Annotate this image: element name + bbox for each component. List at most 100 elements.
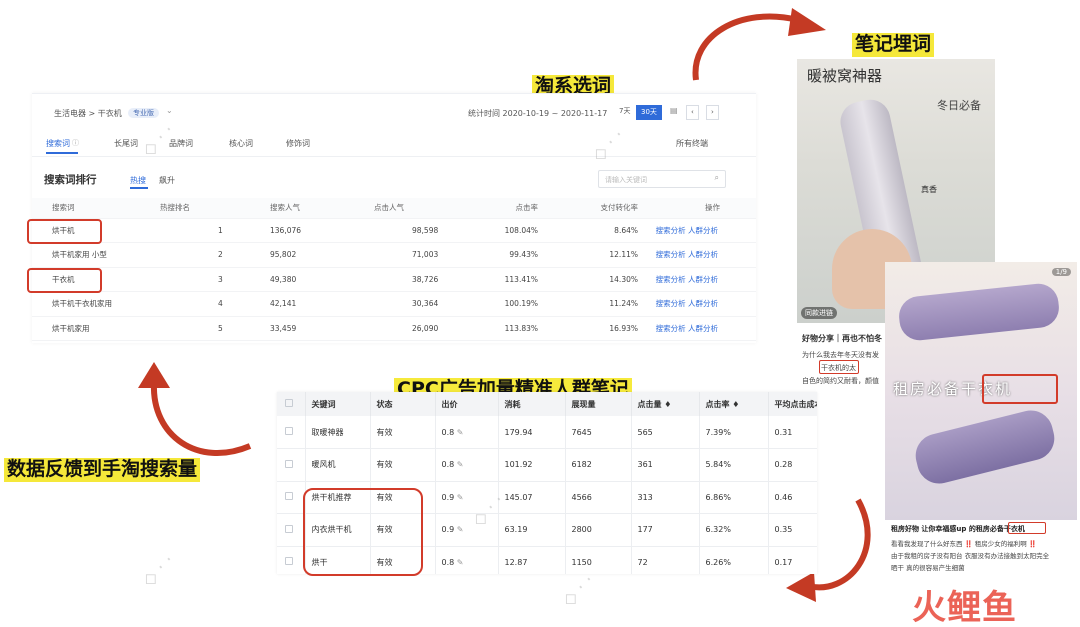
table-row: 暖风机 有效 0.8 ✎ 101.92 6182 361 5.84% 0.28 [277, 448, 817, 482]
col-clicks[interactable]: 点击量 ♦ [631, 392, 700, 416]
tab-underline [46, 152, 78, 154]
search-rank-table: 搜索词 热搜排名 搜索人气 点击人气 点击率 支付转化率 操作 烘干机 1 13… [32, 198, 756, 341]
note2-caption-1: 租房好物 让你幸福感up 的租房必备干衣机 [891, 525, 1025, 533]
highlight-box-cpc-keywords [303, 488, 423, 576]
row-checkbox[interactable] [285, 492, 293, 501]
highlight-box-note2-caption [1008, 522, 1046, 534]
edit-icon[interactable]: ✎ [457, 525, 464, 534]
col-cvr[interactable]: 支付转化率 [538, 198, 638, 219]
ctr-cell: 99.43% [490, 242, 538, 268]
cvr-cell: 14.30% [538, 267, 638, 292]
search-analysis-link[interactable]: 搜索分析 [656, 226, 686, 235]
col-rank[interactable]: 热搜排名 [160, 198, 270, 219]
avg-cpc-cell: 0.46 [768, 481, 817, 514]
ctr-cell: 5.84% [699, 448, 769, 482]
tab-long-tail[interactable]: 长尾词 [114, 138, 138, 149]
edit-icon[interactable]: ✎ [457, 558, 464, 567]
bid-cell: 0.9 [441, 525, 455, 535]
breadcrumb[interactable]: 生活电器 > 干衣机 [54, 108, 122, 119]
note2-counter: 1/9 [1051, 268, 1071, 276]
crowd-analysis-link[interactable]: 人群分析 [688, 324, 718, 333]
search-analysis-link[interactable]: 搜索分析 [656, 324, 686, 333]
col-ctr[interactable]: 点击率 [490, 198, 538, 219]
cost-cell: 63.19 [498, 513, 566, 547]
col-keyword: 关键词 [305, 392, 371, 416]
tab-search-words[interactable]: 搜索词 [46, 138, 70, 149]
next-icon[interactable]: › [706, 105, 719, 120]
terminal-select[interactable]: 所有终端 [676, 138, 708, 149]
subtab-hot[interactable]: 热搜 [130, 175, 146, 186]
search-analysis-link[interactable]: 搜索分析 [656, 299, 686, 308]
note1-source[interactable]: 同款进链 [801, 307, 837, 319]
search-cell: 95,802 [270, 242, 374, 268]
clicks-cell: 565 [631, 416, 700, 449]
cvr-cell: 16.93% [538, 316, 638, 341]
rank-cell: 1 [160, 218, 270, 243]
select-all-checkbox[interactable] [285, 399, 293, 407]
note1-caption-1: 好物分享｜再也不怕冬 [802, 334, 882, 343]
tab-core[interactable]: 核心词 [229, 138, 253, 149]
word-cell: 烘干机家用 小型 [32, 242, 160, 268]
edit-icon[interactable]: ✎ [457, 460, 464, 469]
avg-cpc-cell: 0.17 [768, 546, 817, 574]
section-title: 搜索词排行 [44, 174, 97, 186]
impressions-cell: 1150 [565, 546, 632, 574]
ctr-cell: 6.86% [699, 481, 769, 514]
search-cell: 42,141 [270, 291, 374, 317]
range-30d-button[interactable]: 30天 [636, 105, 662, 120]
impressions-cell: 7645 [565, 416, 632, 449]
note2-caption-4: 晒干 真的很容易产生细菌 [891, 564, 965, 572]
cost-cell: 101.92 [498, 448, 566, 482]
ctr-cell: 113.83% [490, 316, 538, 341]
impressions-cell: 4566 [565, 481, 632, 514]
rank-cell: 3 [160, 267, 270, 292]
row-checkbox[interactable] [285, 427, 293, 435]
note1-sticker: 冬日必备 [937, 99, 981, 112]
col-avg-cpc: 平均点击成本 [768, 392, 817, 416]
search-icon[interactable]: ⌕ [715, 173, 719, 183]
edit-icon[interactable]: ✎ [457, 428, 464, 437]
prev-icon[interactable]: ‹ [686, 105, 699, 120]
bid-cell: 0.9 [441, 492, 455, 502]
keyword-search-input[interactable]: 请输入关键词 ⌕ [598, 170, 726, 188]
table-header-row: 搜索词 热搜排名 搜索人气 点击人气 点击率 支付转化率 操作 [32, 198, 756, 219]
col-click[interactable]: 点击人气 [374, 198, 490, 219]
ctr-cell: 6.26% [699, 546, 769, 574]
taobao-keyword-panel: 生活电器 > 干衣机 专业版 ⌄ 统计时间 2020-10-19 ~ 2020-… [32, 93, 756, 343]
ctr-cell: 6.32% [699, 513, 769, 547]
keyword-cell: 暖风机 [305, 448, 371, 482]
crowd-analysis-link[interactable]: 人群分析 [688, 275, 718, 284]
crowd-analysis-link[interactable]: 人群分析 [688, 226, 718, 235]
highlight-box-ganyiji [27, 268, 102, 293]
search-analysis-link[interactable]: 搜索分析 [656, 275, 686, 284]
note1-caption-2: 为什么我去年冬天没有发 [802, 351, 879, 359]
note2-caption-3: 由于我租的房子没有阳台 衣服没有办法接触到太阳完全 [891, 552, 1050, 560]
tab-modifier[interactable]: 修饰词 [286, 138, 310, 149]
col-search[interactable]: 搜索人气 [270, 198, 374, 219]
range-7d-button[interactable]: 7天 [615, 105, 634, 120]
edit-icon[interactable]: ✎ [457, 493, 464, 502]
subtab-rising[interactable]: 飙升 [159, 175, 175, 186]
crowd-analysis-link[interactable]: 人群分析 [688, 250, 718, 259]
crowd-analysis-link[interactable]: 人群分析 [688, 299, 718, 308]
note1-caption-4: 自色的简约又耐看，颜值 [802, 377, 879, 385]
table-row: 烘干机家用 5 33,459 26,090 113.83% 16.93% 搜索分… [32, 316, 756, 341]
search-analysis-link[interactable]: 搜索分析 [656, 250, 686, 259]
search-cell: 136,076 [270, 218, 374, 243]
col-status: 状态 [370, 392, 436, 416]
row-checkbox[interactable] [285, 524, 293, 533]
watermark: ◇ · · [137, 550, 179, 591]
chevron-down-icon[interactable]: ⌄ [166, 106, 173, 115]
row-checkbox[interactable] [285, 459, 293, 468]
click-cell: 30,364 [374, 291, 490, 317]
cost-cell: 12.87 [498, 546, 566, 574]
note1-tag: 真香 [921, 185, 937, 194]
bid-cell: 0.8 [441, 460, 455, 470]
click-cell: 71,003 [374, 242, 490, 268]
highlight-box-hongganji [27, 219, 102, 244]
cvr-cell: 11.24% [538, 291, 638, 317]
row-checkbox[interactable] [285, 557, 293, 566]
col-ctr[interactable]: 点击率 ♦ [699, 392, 769, 416]
rank-cell: 4 [160, 291, 270, 317]
calendar-icon[interactable]: ▤ [670, 106, 678, 115]
